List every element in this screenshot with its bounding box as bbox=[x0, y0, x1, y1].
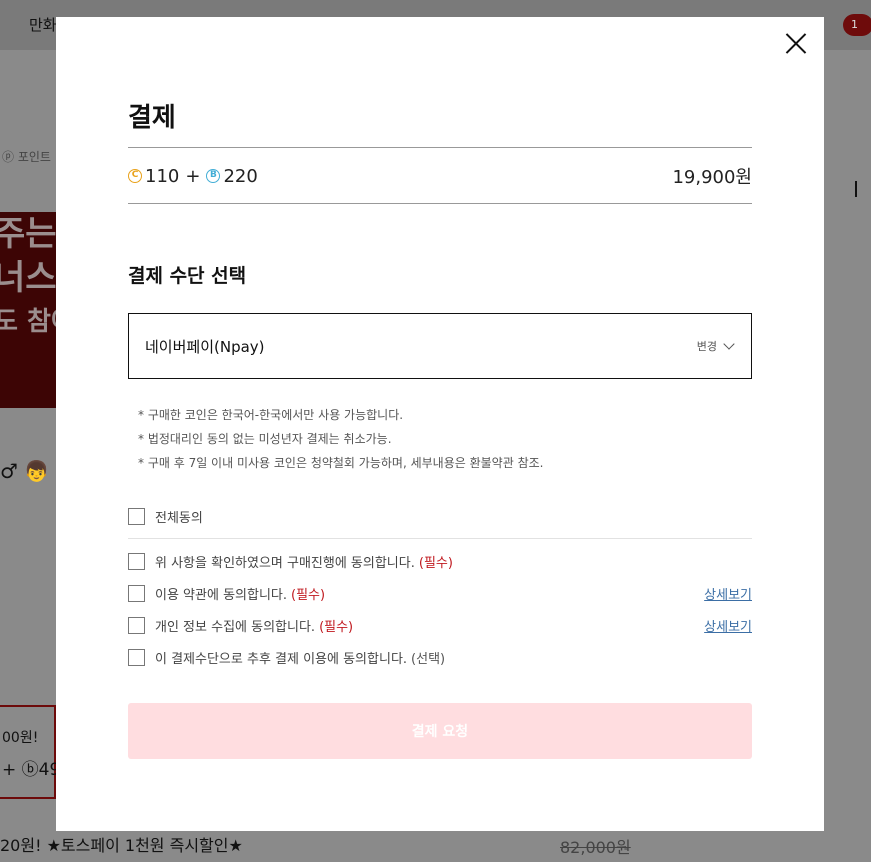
agree-all-checkbox[interactable] bbox=[128, 507, 145, 525]
banner-line: 도 참여 bbox=[0, 307, 56, 337]
background-coin-line: + ⓑ49 bbox=[2, 760, 61, 780]
bonus-amount: 220 bbox=[223, 165, 258, 187]
notice-item: * 구매한 코인은 한국어-한국에서만 사용 가능합니다. bbox=[138, 408, 404, 422]
required-tag: (필수) bbox=[418, 555, 453, 571]
divider bbox=[128, 147, 752, 148]
background-price-line: 00원! bbox=[2, 730, 39, 746]
banner-line: 너스 bbox=[0, 258, 56, 298]
agreement-checkbox[interactable] bbox=[128, 552, 145, 570]
change-label: 변경 bbox=[696, 340, 717, 353]
background-footer-text: 20원! ★토스페이 1천원 즉시할인★ bbox=[0, 836, 243, 855]
terms-detail-link[interactable]: 상세보기 bbox=[704, 584, 752, 603]
price: 19,900원 bbox=[672, 167, 752, 188]
background-nav-item: 만화 bbox=[29, 16, 57, 34]
notice-list: * 구매한 코인은 한국어-한국에서만 사용 가능합니다. * 법정대리인 동의… bbox=[138, 403, 543, 475]
background-old-price: 82,000원 bbox=[560, 838, 631, 857]
agreement-row-privacy[interactable]: 개인 정보 수집에 동의합니다. (필수) 상세보기 bbox=[128, 614, 752, 636]
agree-all-row[interactable]: 전체동의 bbox=[128, 505, 752, 527]
background-toggle: 1 bbox=[843, 14, 871, 36]
agreement-label: 이 결제수단으로 추후 결제 이용에 동의합니다. bbox=[155, 651, 408, 667]
agreement-checkbox[interactable] bbox=[128, 584, 145, 602]
banner-line: 주는 bbox=[0, 214, 56, 254]
agreement-row-purchase[interactable]: 위 사항을 확인하였으며 구매진행에 동의합니다. (필수) bbox=[128, 550, 752, 572]
divider bbox=[128, 203, 752, 204]
background-banner: 주는 너스 도 참여 bbox=[0, 212, 56, 408]
bonus-coin-icon: B bbox=[206, 169, 221, 183]
required-tag: (필수) bbox=[291, 587, 326, 603]
payment-method-name: 네이버페이(Npay) bbox=[145, 338, 265, 356]
payment-method-select[interactable]: 네이버페이(Npay) 변경 bbox=[128, 313, 752, 379]
agreement-label: 이용 약관에 동의합니다. bbox=[155, 587, 287, 603]
agree-all-label: 전체동의 bbox=[155, 510, 203, 526]
close-icon[interactable] bbox=[784, 31, 808, 55]
agreement-checkbox[interactable] bbox=[128, 616, 145, 634]
payment-modal: 결제 C 110 + B 220 19,900원 결제 수단 선택 네이버페이(… bbox=[56, 17, 824, 831]
agreement-row-terms[interactable]: 이용 약관에 동의합니다. (필수) 상세보기 bbox=[128, 582, 752, 604]
pay-request-button[interactable]: 결제 요청 bbox=[128, 703, 752, 759]
notice-item: * 법정대리인 동의 없는 미성년자 결제는 취소가능. bbox=[138, 432, 392, 446]
change-method-button[interactable]: 변경 bbox=[696, 338, 735, 354]
coin-amount: 110 bbox=[145, 165, 180, 187]
agreement-checkbox[interactable] bbox=[128, 648, 145, 666]
optional-tag: (선택) bbox=[411, 651, 446, 667]
privacy-detail-link[interactable]: 상세보기 bbox=[704, 616, 752, 635]
agreement-label: 위 사항을 확인하였으며 구매진행에 동의합니다. bbox=[155, 555, 415, 571]
payment-method-title: 결제 수단 선택 bbox=[128, 265, 247, 287]
agreement-row-future-payment[interactable]: 이 결제수단으로 추후 결제 이용에 동의합니다. (선택) bbox=[128, 646, 752, 668]
background-divider bbox=[855, 181, 857, 197]
coin-icon: C bbox=[128, 169, 142, 183]
divider bbox=[128, 538, 752, 539]
background-point-label: ⓟ 포인트 bbox=[2, 150, 51, 164]
coin-summary: C 110 + B 220 bbox=[128, 166, 258, 187]
required-tag: (필수) bbox=[319, 619, 354, 635]
notice-item: * 구매 후 7일 이내 미사용 코인은 청약철회 가능하며, 세부내용은 환불… bbox=[138, 456, 544, 470]
chevron-down-icon bbox=[723, 338, 735, 350]
agreement-label: 개인 정보 수집에 동의합니다. bbox=[155, 619, 316, 635]
background-product-card bbox=[0, 705, 56, 799]
modal-title: 결제 bbox=[128, 103, 176, 133]
plus-sign: + bbox=[185, 165, 201, 187]
purchase-summary: C 110 + B 220 19,900원 bbox=[128, 160, 752, 192]
